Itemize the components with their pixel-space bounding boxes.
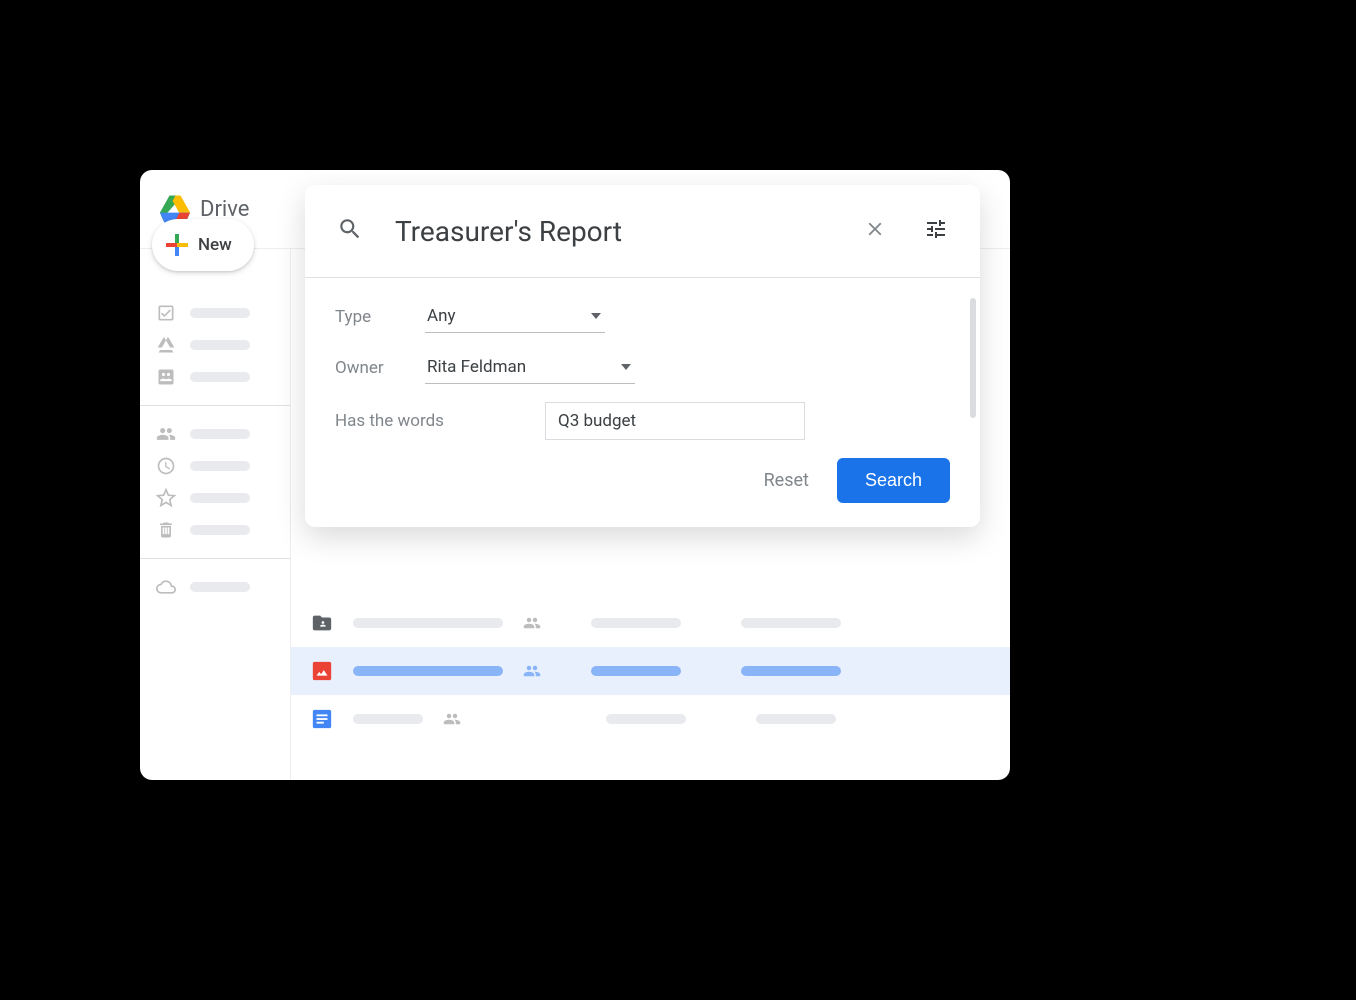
type-select[interactable]: Any	[425, 300, 605, 333]
drive-outline-icon	[156, 335, 176, 355]
search-input[interactable]	[395, 215, 832, 248]
search-icon[interactable]	[331, 210, 369, 252]
new-button-label: New	[198, 235, 232, 255]
people-icon	[156, 424, 176, 444]
plus-icon	[166, 234, 188, 256]
people-icon	[443, 710, 461, 728]
caret-down-icon	[621, 364, 631, 370]
sidebar	[140, 249, 290, 780]
search-panel: Type Any Owner Rita Feldman Has the word…	[305, 185, 980, 527]
placeholder	[741, 618, 841, 628]
has-words-label: Has the words	[335, 411, 485, 431]
people-icon	[523, 614, 541, 632]
file-row-image[interactable]	[291, 647, 1010, 695]
sidebar-item-starred[interactable]	[156, 482, 274, 514]
people-icon	[523, 662, 541, 680]
search-header	[305, 185, 980, 277]
star-icon	[156, 488, 176, 508]
file-row-folder[interactable]	[291, 599, 1010, 647]
app-name: Drive	[200, 197, 249, 222]
drive-window: Drive New	[140, 170, 1010, 780]
owner-value: Rita Feldman	[427, 357, 526, 377]
placeholder	[190, 461, 250, 471]
reset-button[interactable]: Reset	[760, 462, 813, 499]
type-label: Type	[335, 307, 425, 327]
sidebar-item-shared-drives[interactable]	[156, 361, 274, 393]
sidebar-item-shared[interactable]	[156, 418, 274, 450]
sidebar-item-priority[interactable]	[156, 297, 274, 329]
check-square-icon	[156, 303, 176, 323]
placeholder	[591, 666, 681, 676]
sidebar-item-trash[interactable]	[156, 514, 274, 546]
file-row-doc[interactable]	[291, 695, 1010, 743]
tune-icon	[924, 217, 948, 245]
placeholder	[190, 493, 250, 503]
search-options-button[interactable]	[918, 211, 954, 251]
owner-select[interactable]: Rita Feldman	[425, 351, 635, 384]
sidebar-item-storage[interactable]	[156, 571, 274, 603]
placeholder	[190, 372, 250, 382]
trash-icon	[156, 520, 176, 540]
new-button[interactable]: New	[152, 219, 254, 271]
placeholder	[353, 618, 503, 628]
has-words-input[interactable]	[545, 402, 805, 440]
image-file-icon	[311, 660, 333, 682]
sidebar-item-recent[interactable]	[156, 450, 274, 482]
docs-file-icon	[311, 708, 333, 730]
clear-search-button[interactable]	[858, 212, 892, 250]
placeholder	[741, 666, 841, 676]
scrollbar[interactable]	[970, 298, 976, 418]
placeholder	[606, 714, 686, 724]
owner-label: Owner	[335, 358, 425, 378]
placeholder	[353, 666, 503, 676]
type-value: Any	[427, 306, 456, 326]
placeholder	[190, 429, 250, 439]
sidebar-item-mydrive[interactable]	[156, 329, 274, 361]
search-button[interactable]: Search	[837, 458, 950, 503]
placeholder	[756, 714, 836, 724]
cloud-icon	[156, 577, 176, 597]
placeholder	[190, 340, 250, 350]
placeholder	[190, 308, 250, 318]
shared-folder-icon	[311, 612, 333, 634]
clock-icon	[156, 456, 176, 476]
search-filters: Type Any Owner Rita Feldman Has the word…	[305, 277, 980, 527]
placeholder	[190, 525, 250, 535]
placeholder	[353, 714, 423, 724]
shared-drives-icon	[156, 367, 176, 387]
placeholder	[190, 582, 250, 592]
placeholder	[591, 618, 681, 628]
close-icon	[864, 218, 886, 244]
caret-down-icon	[591, 313, 601, 319]
